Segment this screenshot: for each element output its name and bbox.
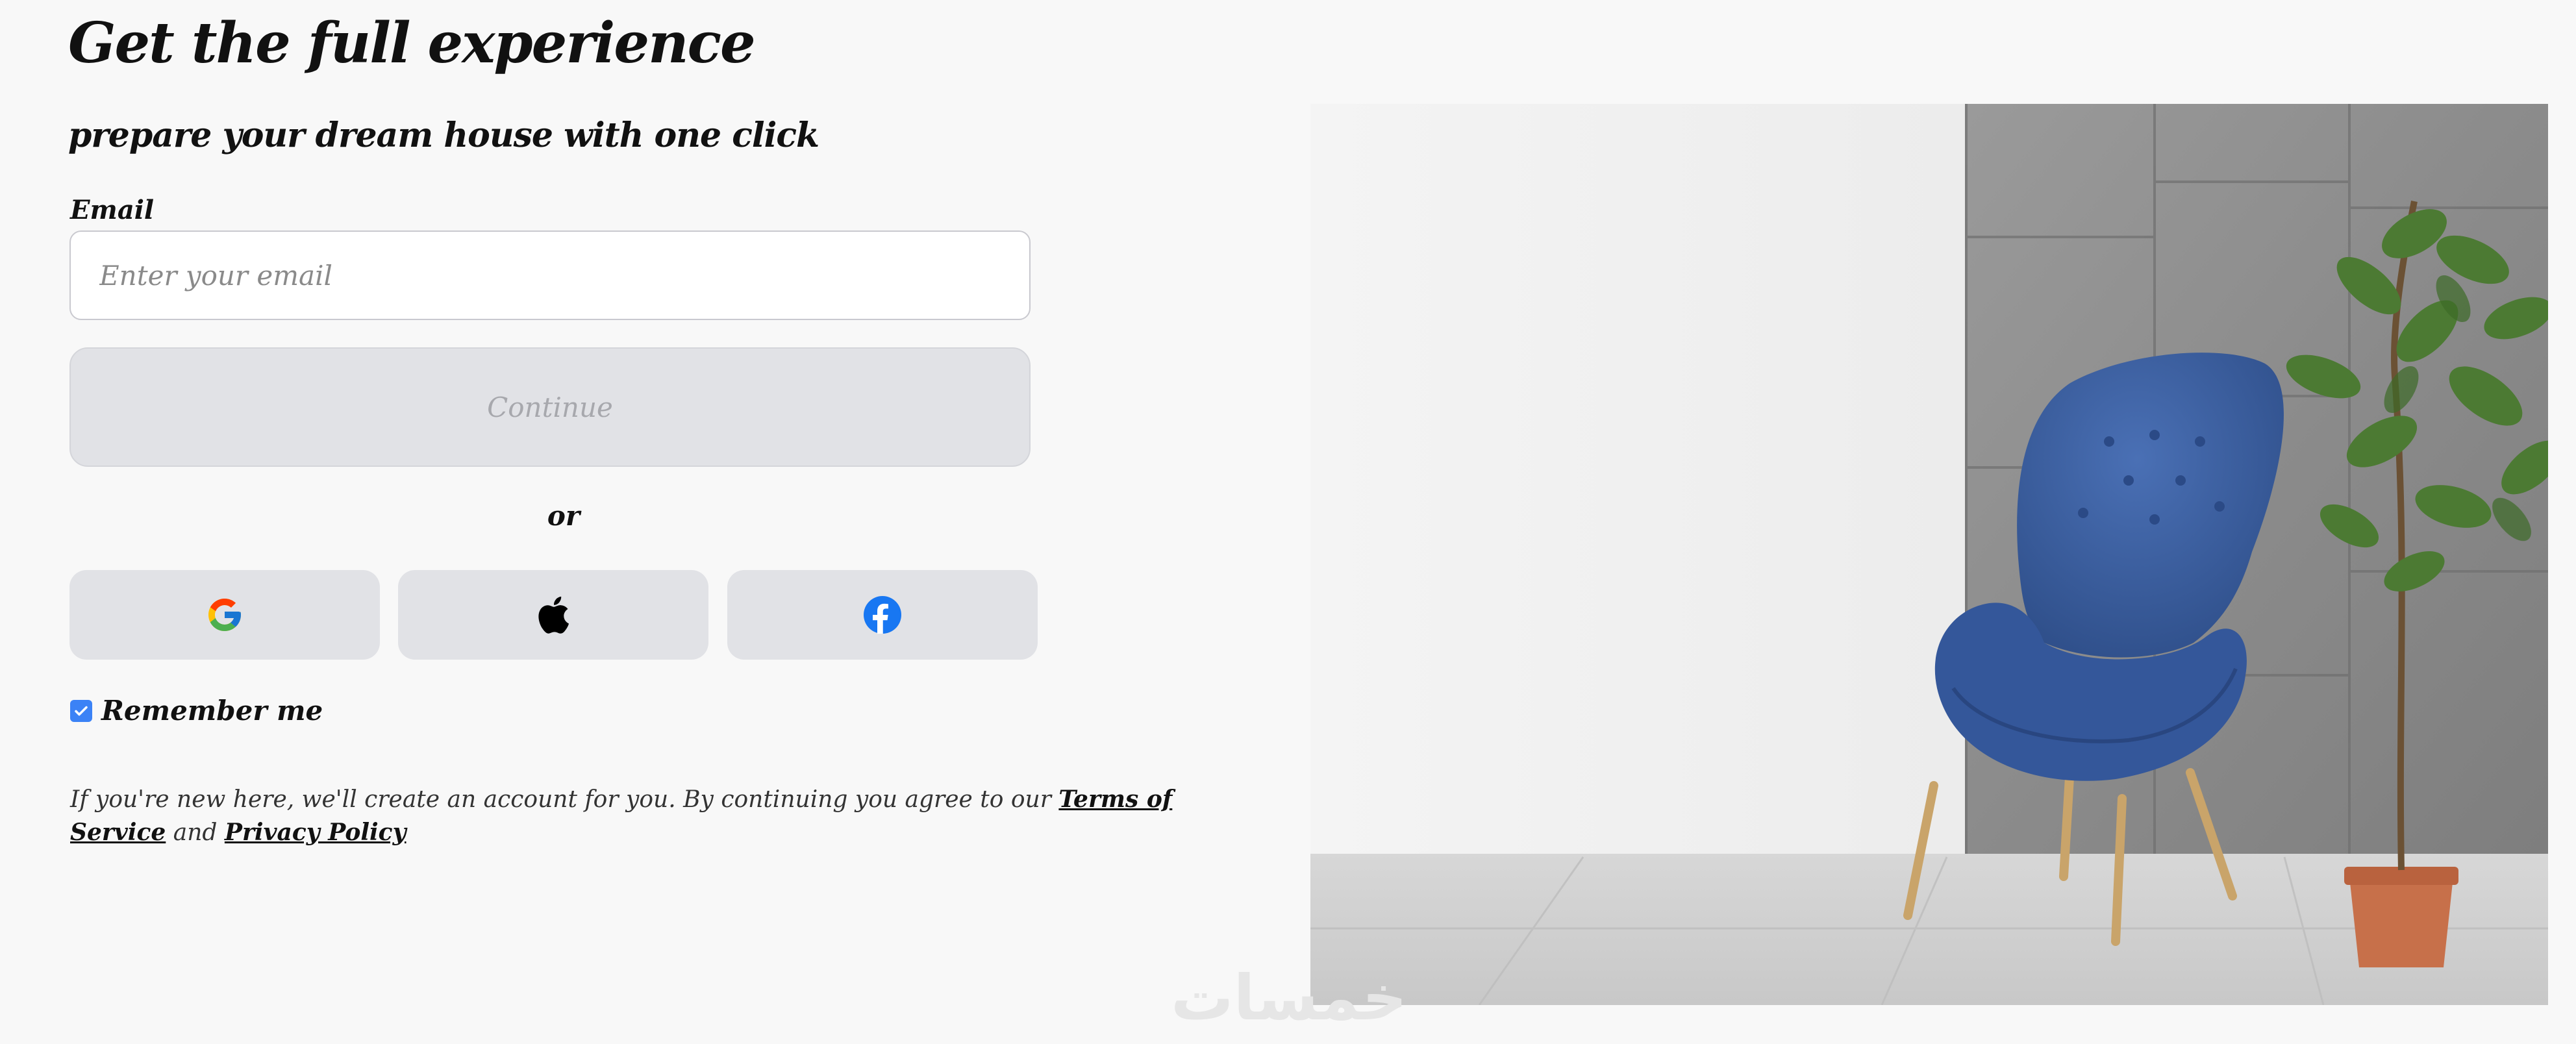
- apple-login-button[interactable]: [398, 570, 708, 660]
- hero-image: [1310, 104, 2548, 1005]
- continue-button[interactable]: Continue: [69, 347, 1031, 467]
- email-input[interactable]: [69, 230, 1031, 320]
- facebook-login-button[interactable]: [727, 570, 1038, 660]
- legal-and-text: and: [166, 819, 225, 846]
- remember-me-checkbox[interactable]: [70, 699, 92, 722]
- page-subtitle: prepare your dream house with one click: [68, 116, 819, 155]
- checkmark-icon: [75, 706, 88, 715]
- watermark: خمسات: [1171, 962, 1407, 1034]
- watermark-text: خمسات: [1171, 962, 1407, 1034]
- remember-me-label[interactable]: Remember me: [101, 695, 323, 727]
- or-divider: or: [547, 500, 581, 532]
- google-icon: [208, 599, 241, 631]
- privacy-policy-link[interactable]: Privacy Policy: [225, 819, 406, 846]
- facebook-icon: [864, 596, 901, 634]
- room-scene-illustration: [1310, 104, 2548, 1005]
- legal-text: If you're new here, we'll create an acco…: [70, 786, 1059, 813]
- google-login-button[interactable]: [69, 570, 380, 660]
- legal-notice: If you're new here, we'll create an acco…: [70, 783, 1174, 849]
- apple-icon: [538, 596, 569, 634]
- email-label: Email: [70, 195, 155, 225]
- page-title: Get the full experience: [68, 10, 756, 76]
- remember-me: Remember me: [70, 695, 323, 727]
